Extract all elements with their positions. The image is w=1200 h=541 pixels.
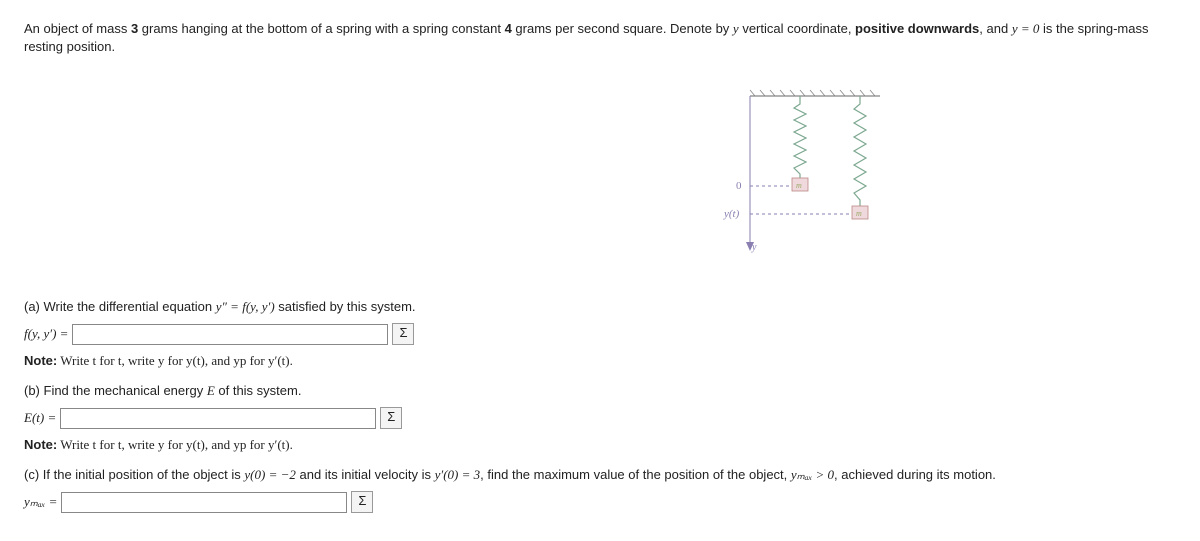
intro-text: An object of mass — [24, 21, 131, 36]
ode-expr: y″ = f(y, y′) — [216, 299, 275, 314]
note-body-a: Write t for t, write y for y(t), and yp … — [57, 353, 293, 368]
svg-text:m: m — [796, 181, 802, 190]
yp0-expr: y′(0) = 3 — [435, 467, 481, 482]
note-body-b: Write t for t, write y for y(t), and yp … — [57, 437, 293, 452]
part-b: (b) Find the mechanical energy E of this… — [24, 383, 1176, 453]
spring-k-value: 4 — [505, 21, 512, 36]
spring-figure-container: y 0 y(t) m m — [24, 86, 1176, 259]
ymax-cond: yₘₐₓ > 0 — [791, 467, 834, 482]
problem-statement: An object of mass 3 grams hanging at the… — [24, 20, 1176, 56]
svg-text:y: y — [751, 242, 757, 253]
E-var: E — [207, 383, 215, 398]
ymax-input[interactable] — [61, 492, 347, 513]
f-yy-label: f(y, y′) = — [24, 326, 68, 342]
note-label-b: Note: — [24, 437, 57, 452]
y0-expr: y(0) = −2 — [244, 467, 295, 482]
y-eq-zero: y = 0 — [1012, 21, 1040, 36]
f-input[interactable] — [72, 324, 388, 345]
svg-text:m: m — [856, 209, 862, 218]
E-input[interactable] — [60, 408, 376, 429]
ymax-label: yₘₐₓ = — [24, 494, 57, 510]
part-a: (a) Write the differential equation y″ =… — [24, 299, 1176, 369]
svg-text:y(t): y(t) — [723, 208, 740, 220]
E-t-label: E(t) = — [24, 410, 56, 426]
positive-downwards: positive downwards — [855, 21, 979, 36]
sigma-button-b[interactable]: Σ — [380, 407, 402, 429]
note-label-a: Note: — [24, 353, 57, 368]
part-c: (c) If the initial position of the objec… — [24, 467, 1176, 513]
svg-text:0: 0 — [736, 180, 742, 192]
spring-mass-diagram: y 0 y(t) m m — [700, 86, 920, 256]
sigma-button-c[interactable]: Σ — [351, 491, 373, 513]
sigma-button-a[interactable]: Σ — [392, 323, 414, 345]
